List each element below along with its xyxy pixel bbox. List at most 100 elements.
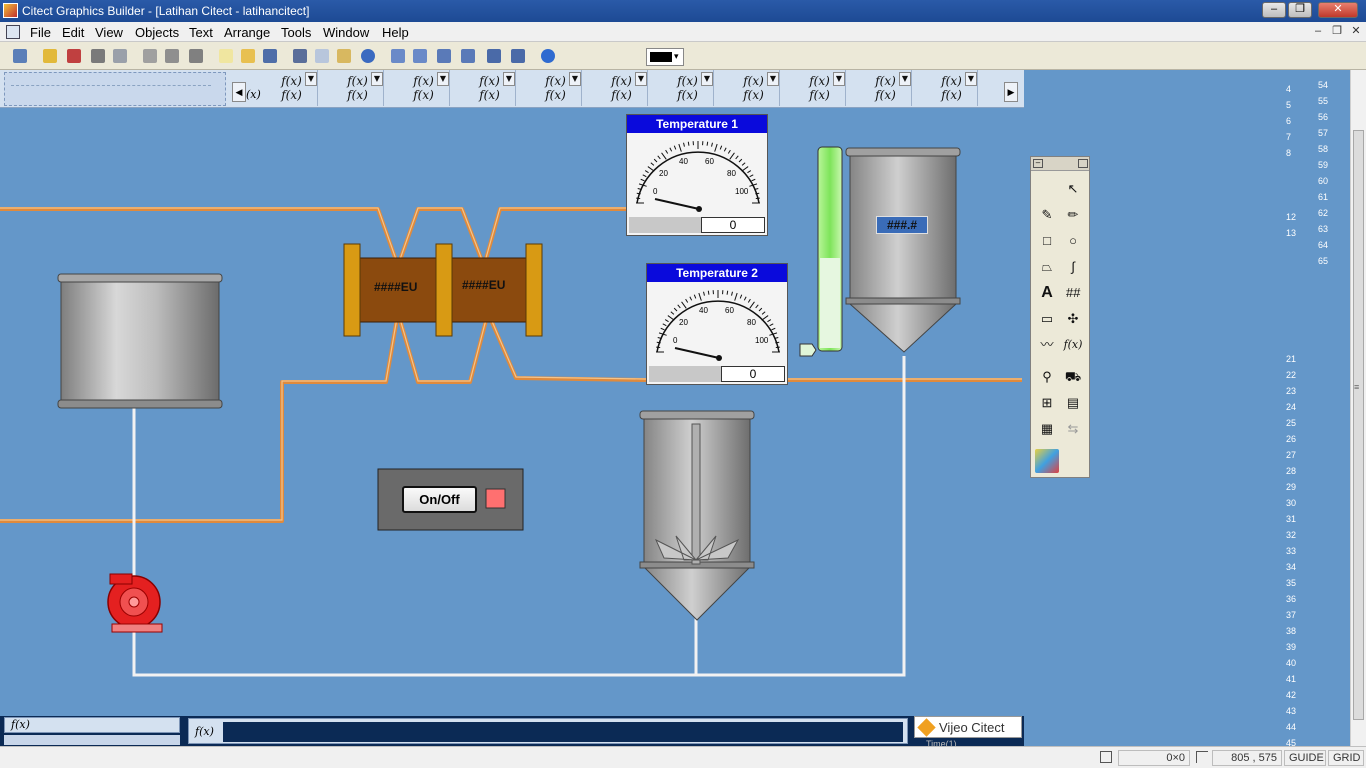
palette-minimize-icon[interactable]: – <box>1033 159 1043 168</box>
menu-help[interactable]: Help <box>382 25 409 40</box>
properties-icon[interactable] <box>88 46 108 66</box>
guide-marker[interactable]: 7 <box>1286 132 1291 142</box>
guide-marker[interactable]: 29 <box>1286 482 1296 492</box>
guide-marker[interactable]: 35 <box>1286 578 1296 588</box>
line-tool-icon[interactable]: ✏ <box>1061 203 1085 227</box>
guide-marker[interactable]: 30 <box>1286 498 1296 508</box>
ellipse-tool-icon[interactable]: ○ <box>1061 229 1085 253</box>
guide-marker[interactable]: 64 <box>1318 240 1328 250</box>
template-icon[interactable] <box>162 46 182 66</box>
scroll-right-button[interactable]: ▶ <box>1004 82 1018 102</box>
menu-text[interactable]: Text <box>189 25 213 40</box>
genie-slot-4[interactable]: f(x) f(x) ▼ <box>464 70 516 106</box>
genie-dropdown-icon[interactable]: ▼ <box>899 72 911 86</box>
palette-restore-icon[interactable] <box>1078 159 1088 168</box>
vertical-scrollbar[interactable]: ≡ <box>1350 70 1366 746</box>
menu-edit[interactable]: Edit <box>62 25 84 40</box>
mdi-minimize-button[interactable]: – <box>1310 25 1326 39</box>
checklist-icon[interactable] <box>110 46 130 66</box>
status-indicator[interactable] <box>486 489 505 508</box>
guide-marker[interactable]: 38 <box>1286 626 1296 636</box>
genie-slot-9[interactable]: f(x) f(x) ▼ <box>794 70 846 106</box>
guide-marker[interactable]: 42 <box>1286 690 1296 700</box>
mdi-close-button[interactable]: ✕ <box>1348 25 1364 39</box>
genie-dropdown-icon[interactable]: ▼ <box>503 72 515 86</box>
guide-marker[interactable]: 27 <box>1286 450 1296 460</box>
guide-toggle[interactable]: GUIDE <box>1284 750 1326 766</box>
library-icon[interactable] <box>64 46 84 66</box>
database-icon[interactable]: ▤ <box>1061 391 1085 415</box>
symbol-set-tool-icon[interactable]: ✣ <box>1061 307 1085 331</box>
guide-marker[interactable]: 26 <box>1286 434 1296 444</box>
guide-marker[interactable]: 60 <box>1318 176 1328 186</box>
menu-tools[interactable]: Tools <box>281 25 311 40</box>
genie-slot-7[interactable]: f(x) f(x) ▼ <box>662 70 714 106</box>
guide-marker[interactable]: 65 <box>1318 256 1328 266</box>
activex-icon[interactable]: ⊞ <box>1035 391 1059 415</box>
temperature-gauge-1[interactable]: Temperature 1 0 20 40 60 80 100 0 <box>626 114 768 236</box>
menu-arrange[interactable]: Arrange <box>224 25 270 40</box>
scrollbar-thumb[interactable] <box>1353 130 1364 720</box>
guide-marker[interactable]: 34 <box>1286 562 1296 572</box>
genie-slot-8[interactable]: f(x) f(x) ▼ <box>728 70 780 106</box>
genie-slot-3[interactable]: f(x) f(x) ▼ <box>398 70 450 106</box>
guide-marker[interactable]: 41 <box>1286 674 1296 684</box>
genie-dropdown-icon[interactable]: ▼ <box>701 72 713 86</box>
pointer-tool-icon[interactable]: ↖ <box>1061 177 1085 201</box>
menu-objects[interactable]: Objects <box>135 25 179 40</box>
genie-tool-icon[interactable]: f(x) <box>1061 333 1085 357</box>
align-icon[interactable] <box>484 46 504 66</box>
table-icon[interactable]: ▦ <box>1035 417 1059 441</box>
help-icon[interactable] <box>538 46 558 66</box>
pipe-tool-icon[interactable]: ∫ <box>1061 255 1085 279</box>
guide-marker[interactable]: 39 <box>1286 642 1296 652</box>
genie-dropdown-icon[interactable]: ▼ <box>305 72 317 86</box>
guide-marker[interactable]: 32 <box>1286 530 1296 540</box>
guide-marker[interactable]: 25 <box>1286 418 1296 428</box>
copy-icon[interactable] <box>312 46 332 66</box>
distribute-icon[interactable] <box>508 46 528 66</box>
guide-marker[interactable]: 28 <box>1286 466 1296 476</box>
rectangle-tool-icon[interactable]: □ <box>1035 229 1059 253</box>
ungroup-icon[interactable] <box>410 46 430 66</box>
trend-tool-icon[interactable]: 〰 <box>1035 333 1059 357</box>
menu-file[interactable]: File <box>30 25 51 40</box>
bring-front-icon[interactable] <box>434 46 454 66</box>
guide-marker[interactable]: 21 <box>1286 354 1296 364</box>
genie-dropdown-icon[interactable]: ▼ <box>965 72 977 86</box>
grid-toggle[interactable]: GRID <box>1328 750 1364 766</box>
tank-value-display[interactable]: ###.# <box>876 216 928 234</box>
genie-dropdown-icon[interactable]: ▼ <box>569 72 581 86</box>
close-button[interactable]: ✕ <box>1318 2 1358 18</box>
palette-title-bar[interactable]: – <box>1031 157 1089 171</box>
guide-marker[interactable]: 63 <box>1318 224 1328 234</box>
paste-symbol-icon[interactable]: ⚲ <box>1035 365 1059 389</box>
guide-marker[interactable]: 59 <box>1318 160 1328 170</box>
guide-marker[interactable]: 56 <box>1318 112 1328 122</box>
document-icon[interactable] <box>6 25 20 39</box>
template-thumbnails[interactable] <box>4 72 226 106</box>
guide-marker[interactable]: 33 <box>1286 546 1296 556</box>
temperature-gauge-2[interactable]: Temperature 2 0 20 40 60 80 100 0 <box>646 263 788 385</box>
color-selector[interactable]: ▾ <box>646 48 684 66</box>
new-page-icon[interactable] <box>10 46 30 66</box>
guide-marker[interactable]: 57 <box>1318 128 1328 138</box>
genie-dropdown-icon[interactable]: ▼ <box>437 72 449 86</box>
paste-genie-icon[interactable]: ⛟ <box>1061 365 1085 389</box>
symbol-icon[interactable] <box>186 46 206 66</box>
mdi-restore-button[interactable]: ❐ <box>1329 25 1345 39</box>
freehand-tool-icon[interactable]: ✎ <box>1035 203 1059 227</box>
genie-dropdown-icon[interactable]: ▼ <box>635 72 647 86</box>
genie-dropdown-icon[interactable]: ▼ <box>767 72 779 86</box>
undo-icon[interactable] <box>358 46 378 66</box>
guide-marker[interactable]: 40 <box>1286 658 1296 668</box>
text-tool-icon[interactable]: A <box>1035 281 1059 305</box>
guide-marker[interactable]: 31 <box>1286 514 1296 524</box>
genie-slot-11[interactable]: f(x) f(x) ▼ <box>926 70 978 106</box>
send-back-icon[interactable] <box>458 46 478 66</box>
guide-marker[interactable]: 62 <box>1318 208 1328 218</box>
guide-marker[interactable]: 5 <box>1286 100 1291 110</box>
group-icon[interactable] <box>388 46 408 66</box>
guide-marker[interactable]: 22 <box>1286 370 1296 380</box>
link-icon[interactable]: ⇆ <box>1061 417 1085 441</box>
